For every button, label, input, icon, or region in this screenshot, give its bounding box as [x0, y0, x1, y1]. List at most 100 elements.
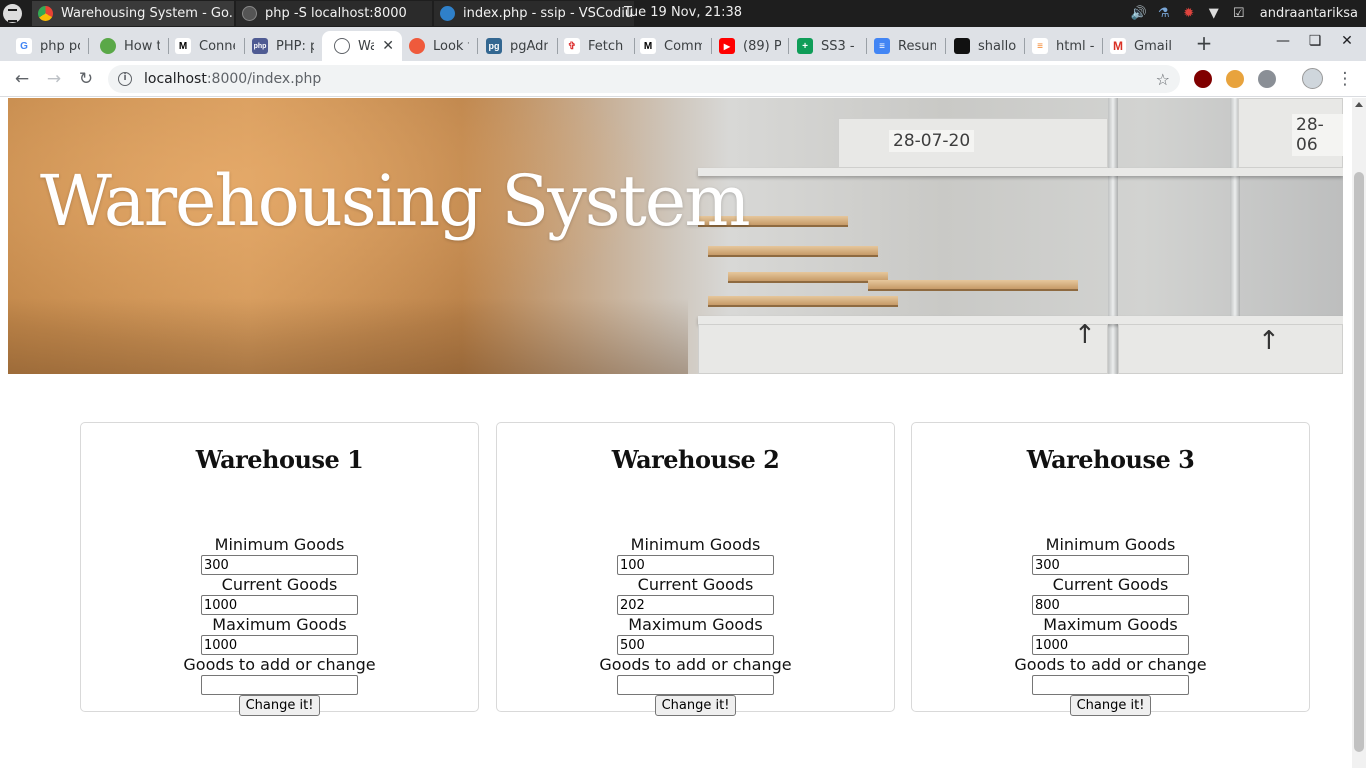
close-window-icon[interactable]: ✕: [1337, 33, 1357, 53]
tab-conne[interactable]: M Conne: [163, 31, 243, 61]
current-goods-input[interactable]: [201, 595, 358, 615]
taskbar-window-title: php -S localhost:8000: [265, 6, 407, 21]
tab-comm[interactable]: M Comm: [628, 31, 710, 61]
url-text[interactable]: localhost:8000/index.php: [144, 71, 321, 87]
hero-banner: 28-07-20 28-06 ↑ ↑ Warehousing System: [8, 98, 1343, 374]
system-top-bar: Warehousing System - Go... php -S localh…: [0, 0, 1366, 27]
minimum-goods-input[interactable]: [1032, 555, 1189, 575]
restore-icon[interactable]: ❏: [1305, 33, 1325, 53]
close-tab-icon[interactable]: ✕: [382, 38, 394, 54]
goods-change-input[interactable]: [1032, 675, 1189, 695]
profile-avatar-icon[interactable]: [1302, 68, 1323, 89]
warehouse-card: Warehouse 3 Minimum Goods Current Goods …: [911, 422, 1310, 716]
taskbar-window-vscodium[interactable]: index.php - ssip - VSCodium: [434, 1, 634, 26]
minimum-goods-label: Minimum Goods: [630, 535, 761, 554]
change-it-button[interactable]: Change it!: [654, 695, 737, 716]
minimum-goods-input[interactable]: [617, 555, 774, 575]
forward-arrow-icon[interactable]: →: [44, 69, 64, 89]
warehouse-title: Warehouse 2: [611, 445, 780, 474]
tab-html[interactable]: ≡ html -: [1020, 31, 1102, 61]
system-tray: 🔊 ⚗ ✹ ▼ ☑ andraantariksa: [1131, 0, 1366, 27]
warehouse-form: Minimum Goods Current Goods Maximum Good…: [497, 535, 894, 716]
reload-icon[interactable]: ↻: [76, 69, 96, 89]
menu-kebab-icon[interactable]: ⋮: [1335, 69, 1355, 89]
current-goods-label: Current Goods: [637, 575, 754, 594]
tab-ss3[interactable]: + SS3 - C: [785, 31, 867, 61]
current-goods-input[interactable]: [617, 595, 774, 615]
browser-tab-strip: G php pc How to M Conne php PHP: p Wa ✕ …: [0, 27, 1366, 61]
stackoverflow-icon: ≡: [1032, 38, 1048, 54]
taskbar-window-chrome[interactable]: Warehousing System - Go...: [32, 1, 234, 26]
unsplash-icon: [954, 38, 970, 54]
clipboard-icon[interactable]: ☑: [1231, 6, 1247, 22]
medium-icon: M: [175, 38, 191, 54]
tab-look[interactable]: Look f: [397, 31, 477, 61]
tab-fetch[interactable]: ✞ Fetch: [552, 31, 634, 61]
minimize-icon[interactable]: —: [1273, 33, 1293, 53]
page-viewport: 28-07-20 28-06 ↑ ↑ Warehousing System Wa…: [0, 98, 1352, 768]
goods-change-label: Goods to add or change: [599, 655, 792, 674]
browser-toolbar: ← → ↻ i localhost:8000/index.php ☆ ⋮: [0, 61, 1366, 97]
tab-shallow[interactable]: shallo: [942, 31, 1024, 61]
tab-youtube[interactable]: ▶ (89) Pr: [707, 31, 789, 61]
scrollbar-thumb[interactable]: [1354, 172, 1364, 752]
page-title: Warehousing System: [40, 160, 751, 242]
warehouse-card: Warehouse 1 Minimum Goods Current Goods …: [80, 422, 479, 716]
maximum-goods-label: Maximum Goods: [1043, 615, 1178, 634]
tab-pgadmin[interactable]: pg pgAdm: [474, 31, 556, 61]
tab-how-to[interactable]: How to: [88, 31, 168, 61]
change-it-button[interactable]: Change it!: [1069, 695, 1152, 716]
hero-shelf-label: 28-06: [1292, 114, 1343, 156]
address-bar[interactable]: i localhost:8000/index.php ☆: [108, 65, 1180, 93]
laravel-icon: [100, 38, 116, 54]
activities-menu-icon[interactable]: [3, 4, 22, 23]
maximum-goods-input[interactable]: [201, 635, 358, 655]
ublock-icon[interactable]: [1194, 70, 1212, 88]
tab-gmail[interactable]: M Gmail: [1098, 31, 1180, 61]
volume-icon[interactable]: 🔊: [1131, 6, 1147, 22]
current-goods-label: Current Goods: [221, 575, 338, 594]
sheets-icon: +: [797, 38, 813, 54]
google-icon: G: [16, 38, 32, 54]
goods-change-input[interactable]: [201, 675, 358, 695]
hero-shelf-label: 28-07-20: [889, 130, 975, 152]
extension-puzzle-icon[interactable]: [1258, 70, 1276, 88]
settings-red-icon[interactable]: ✹: [1181, 6, 1197, 22]
maximum-goods-input[interactable]: [617, 635, 774, 655]
extension-owl-icon[interactable]: [1226, 70, 1244, 88]
tab-php-manual[interactable]: php PHP: p: [240, 31, 322, 61]
bookmark-star-icon[interactable]: ☆: [1156, 70, 1170, 89]
postgres-icon[interactable]: ⚗: [1156, 6, 1172, 22]
youtube-icon: ▶: [719, 38, 735, 54]
terminal-icon: [242, 6, 257, 21]
tab-php-pc[interactable]: G php pc: [4, 31, 88, 61]
new-tab-button[interactable]: +: [1194, 33, 1214, 53]
fetch-icon: ✞: [564, 38, 580, 54]
site-info-icon[interactable]: i: [118, 72, 132, 86]
globe-icon: [334, 38, 350, 54]
minimum-goods-label: Minimum Goods: [214, 535, 345, 554]
vscodium-icon: [440, 6, 455, 21]
warehouse-cards: Warehouse 1 Minimum Goods Current Goods …: [80, 422, 1311, 716]
warehouse-title: Warehouse 1: [195, 445, 364, 474]
taskbar-window-title: index.php - ssip - VSCodium: [463, 6, 634, 21]
goods-change-label: Goods to add or change: [183, 655, 376, 674]
goods-change-input[interactable]: [617, 675, 774, 695]
page-scrollbar[interactable]: [1352, 98, 1366, 768]
minimum-goods-input[interactable]: [201, 555, 358, 575]
change-it-button[interactable]: Change it!: [238, 695, 321, 716]
php-icon: php: [252, 38, 268, 54]
tab-resume[interactable]: ≡ Resum: [862, 31, 944, 61]
warehouse-form: Minimum Goods Current Goods Maximum Good…: [912, 535, 1309, 716]
chrome-icon: [38, 6, 53, 21]
current-goods-input[interactable]: [1032, 595, 1189, 615]
taskbar-window-terminal[interactable]: php -S localhost:8000: [236, 1, 432, 26]
minimum-goods-label: Minimum Goods: [1045, 535, 1176, 554]
tab-warehousing-system[interactable]: Wa ✕: [322, 31, 402, 61]
username[interactable]: andraantariksa: [1260, 6, 1358, 21]
up-arrow-sign-icon: ↑: [1258, 326, 1280, 356]
wifi-icon[interactable]: ▼: [1206, 6, 1222, 22]
back-arrow-icon[interactable]: ←: [12, 69, 32, 89]
scroll-up-icon[interactable]: [1355, 102, 1363, 107]
maximum-goods-input[interactable]: [1032, 635, 1189, 655]
